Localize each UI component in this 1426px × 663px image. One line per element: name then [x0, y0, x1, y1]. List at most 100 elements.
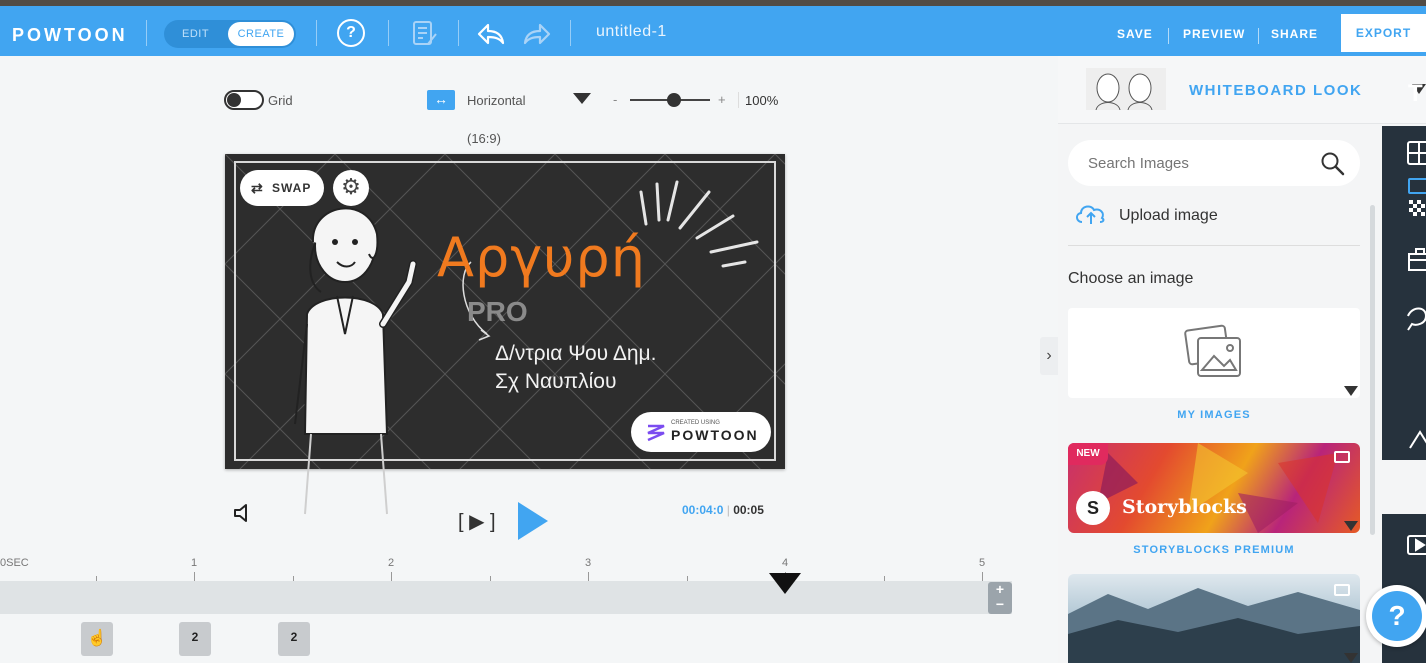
- save-button[interactable]: SAVE: [1117, 27, 1153, 41]
- undo-icon[interactable]: [476, 22, 506, 46]
- toolbar-divider: [1258, 28, 1259, 44]
- timeline-zoom-control[interactable]: + −: [988, 582, 1012, 614]
- project-title[interactable]: untitled-1: [596, 23, 667, 41]
- sidebar-icons: . T: [1407, 141, 1426, 555]
- powtoon-badge-icon: [647, 424, 665, 442]
- timeline-tick-label: 2: [388, 557, 395, 569]
- timeline-playhead[interactable]: [769, 573, 801, 594]
- toolbar-separator: [458, 20, 459, 46]
- current-time: 00:04:0: [682, 503, 724, 517]
- style-selector[interactable]: WHITEBOARD LOOK: [1058, 56, 1426, 124]
- storyblocks-dropdown-icon[interactable]: [1344, 521, 1358, 531]
- time-separator: |: [726, 503, 730, 517]
- mountains-image: [1068, 588, 1360, 663]
- timeline-tick: [982, 572, 983, 581]
- badge-small-text: CREATED USING: [671, 420, 720, 426]
- slide-title[interactable]: Αργυρή: [437, 226, 646, 289]
- grid-label: Grid: [268, 93, 293, 108]
- create-mode-option[interactable]: CREATE: [228, 22, 294, 46]
- play-from-step-button[interactable]: [ ▶ ]: [458, 509, 496, 534]
- grid-toggle-knob: [227, 93, 241, 107]
- zoom-value: 100%: [745, 93, 779, 108]
- timeline-track[interactable]: [0, 581, 1012, 614]
- slide-subtitle-line2: Σχ Ναυπλίου: [495, 370, 617, 393]
- help-bubble-button[interactable]: ?: [1366, 585, 1426, 647]
- zoom-slider-handle[interactable]: [667, 93, 681, 107]
- panel-divider: [1068, 245, 1360, 246]
- orientation-dropdown-icon[interactable]: [573, 93, 591, 104]
- preview-button[interactable]: PREVIEW: [1183, 27, 1245, 41]
- timeline-tick-label: 5: [979, 557, 986, 569]
- volume-icon[interactable]: [232, 502, 252, 524]
- timeline-text-thumb[interactable]: 2: [179, 622, 211, 656]
- swap-label: SWAP: [272, 181, 312, 195]
- new-badge: NEW: [1068, 443, 1108, 465]
- zoom-divider: [738, 92, 739, 108]
- whiteboard-character[interactable]: [285, 184, 425, 520]
- panel-scrollbar[interactable]: [1370, 205, 1375, 535]
- timeline-tick-label: 1: [191, 557, 198, 569]
- slide-subtitle-line1: Δ/ντρια Ψου Δημ.: [495, 342, 657, 365]
- playback-time: 00:04:0 | 00:05: [682, 503, 764, 517]
- swap-button[interactable]: ⇄ SWAP: [240, 170, 324, 206]
- search-icon[interactable]: [1320, 151, 1346, 177]
- grid-toggle[interactable]: [224, 90, 264, 110]
- timeline-tick-label: 4: [782, 557, 789, 569]
- badge-logo-text: POWTOON: [671, 427, 759, 443]
- play-icon[interactable]: [514, 500, 552, 542]
- slide-subtitle[interactable]: Δ/ντρια Ψου Δημ. Σχ Ναυπλίου: [495, 340, 656, 396]
- timeline-tick: [391, 572, 392, 581]
- mountains-dropdown-icon[interactable]: [1344, 653, 1358, 663]
- timeline-tick-label: 3: [585, 557, 592, 569]
- gear-icon[interactable]: ⚙: [333, 170, 369, 206]
- notes-icon[interactable]: [412, 20, 438, 48]
- orientation-label[interactable]: Horizontal: [467, 93, 526, 108]
- toolbar-divider: [1168, 28, 1169, 44]
- edit-create-toggle[interactable]: EDIT CREATE: [164, 20, 296, 48]
- image-tool-icon[interactable]: [1408, 176, 1426, 196]
- timeline-tick: [588, 572, 589, 581]
- search-images-input[interactable]: [1088, 152, 1308, 174]
- toolbar-separator: [146, 20, 147, 46]
- my-images-card[interactable]: [1068, 308, 1360, 398]
- aspect-ratio-label: (16:9): [467, 131, 501, 146]
- top-toolbar: POWTOON EDIT CREATE ? untitled-1 SAVE PR…: [0, 6, 1426, 56]
- collapse-panel-chevron-icon[interactable]: ›: [1040, 337, 1058, 375]
- toolbar-separator: [570, 20, 571, 46]
- created-using-badge[interactable]: CREATED USING POWTOON: [631, 412, 771, 452]
- edit-mode-option[interactable]: EDIT: [182, 28, 209, 40]
- choose-image-heading: Choose an image: [1068, 270, 1194, 287]
- whiteboard-style-thumbnail: [1086, 68, 1166, 110]
- camera-icon: [1334, 584, 1350, 596]
- upload-image-link[interactable]: Upload image: [1119, 207, 1218, 225]
- redo-icon[interactable]: [522, 22, 552, 46]
- search-images-field[interactable]: [1068, 140, 1360, 186]
- share-button[interactable]: SHARE: [1271, 27, 1318, 41]
- swap-icon: ⇄: [251, 180, 264, 196]
- image-gallery-icon: [1184, 324, 1241, 377]
- timeline-character-thumb[interactable]: ☝: [81, 622, 113, 656]
- zoom-plus-button[interactable]: +: [718, 92, 726, 107]
- timeline-zoom-in-button[interactable]: +: [988, 582, 1012, 597]
- slide-pro-text[interactable]: PRO: [467, 296, 528, 328]
- my-images-dropdown-icon[interactable]: [1344, 386, 1358, 396]
- my-images-caption: MY IMAGES: [1177, 409, 1251, 421]
- style-name: WHITEBOARD LOOK: [1189, 82, 1363, 99]
- toolbar-separator: [388, 20, 389, 46]
- help-bubble-icon: ?: [1372, 591, 1422, 641]
- zoom-minus-button[interactable]: -: [613, 92, 617, 107]
- camera-icon: [1334, 451, 1350, 463]
- text-tool-icon[interactable]: T: [1408, 80, 1423, 108]
- help-circle-icon[interactable]: ?: [337, 19, 365, 47]
- total-time: 00:05: [733, 503, 764, 517]
- storyblocks-card[interactable]: NEW S Storyblocks: [1068, 443, 1360, 533]
- export-button[interactable]: EXPORT: [1341, 14, 1426, 52]
- timeline-zoom-out-button[interactable]: −: [988, 597, 1012, 612]
- mountains-image-card[interactable]: [1068, 574, 1360, 663]
- storyblocks-caption: STORYBLOCKS PREMIUM: [1133, 544, 1295, 556]
- timeline-text-thumb[interactable]: 2: [278, 622, 310, 656]
- toolbar-separator: [316, 20, 317, 46]
- horizontal-orientation-icon[interactable]: ↔: [427, 90, 455, 110]
- upload-cloud-icon[interactable]: [1074, 202, 1108, 226]
- autumn-leaves-image: [1098, 443, 1338, 533]
